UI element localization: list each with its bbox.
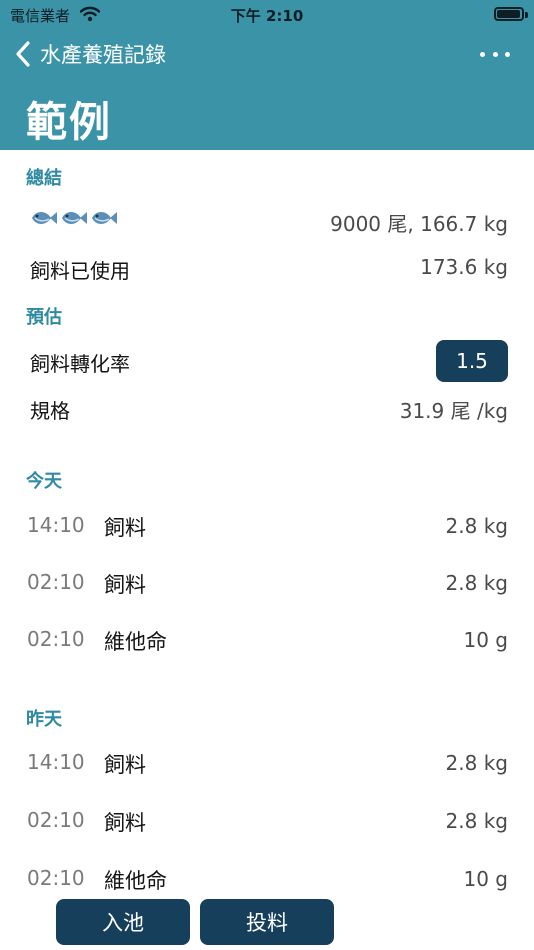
fcr-value-button[interactable]: 1.5 <box>436 340 508 382</box>
feed-used-value: 173.6 kg <box>420 255 508 279</box>
nav-header: 電信業者 下午 2:10 水產養殖記錄 範例 <box>0 0 534 150</box>
battery-tip <box>525 12 528 18</box>
log-amount: 2.8 kg <box>445 809 508 833</box>
log-time: 02:10 <box>27 627 85 651</box>
fish-icon-group <box>30 207 118 229</box>
log-amount: 10 g <box>463 867 508 891</box>
page-title: 範例 <box>26 98 112 146</box>
log-time: 02:10 <box>27 570 85 594</box>
size-value: 31.9 尾 /kg <box>399 399 508 423</box>
back-button[interactable]: 水產養殖記錄 <box>14 36 166 72</box>
log-type: 飼料 <box>104 811 146 835</box>
log-time: 02:10 <box>27 808 85 832</box>
log-time: 14:10 <box>27 513 85 537</box>
day-header-yesterday: 昨天 <box>26 709 62 730</box>
size-label: 規格 <box>30 399 70 423</box>
fish-icon <box>92 212 117 224</box>
feed-button[interactable]: 投料 <box>200 899 334 945</box>
log-type: 維他命 <box>104 630 167 654</box>
log-type: 飼料 <box>104 573 146 597</box>
log-type: 飼料 <box>104 753 146 777</box>
chevron-left-icon <box>16 41 30 67</box>
log-time: 14:10 <box>27 750 85 774</box>
feed-used-label: 飼料已使用 <box>30 259 130 283</box>
log-type: 維他命 <box>104 869 167 893</box>
log-amount: 2.8 kg <box>445 514 508 538</box>
stock-button[interactable]: 入池 <box>56 899 190 945</box>
log-type: 飼料 <box>104 516 146 540</box>
log-time: 02:10 <box>27 866 85 890</box>
back-label: 水產養殖記錄 <box>40 43 166 67</box>
status-bar: 電信業者 下午 2:10 <box>0 0 534 30</box>
more-options-icon[interactable] <box>480 46 510 62</box>
log-amount: 2.8 kg <box>445 751 508 775</box>
status-time: 下午 2:10 <box>230 7 304 25</box>
section-summary-label: 總結 <box>26 168 62 189</box>
log-amount: 2.8 kg <box>445 571 508 595</box>
day-header-today: 今天 <box>26 471 62 492</box>
log-amount: 10 g <box>463 628 508 652</box>
battery-icon <box>494 7 524 21</box>
section-estimate-label: 預估 <box>26 307 62 328</box>
fish-icon <box>32 212 57 224</box>
fish-count-value: 9000 尾, 166.7 kg <box>330 212 508 236</box>
fish-icon <box>62 212 87 224</box>
fcr-label: 飼料轉化率 <box>30 352 130 376</box>
